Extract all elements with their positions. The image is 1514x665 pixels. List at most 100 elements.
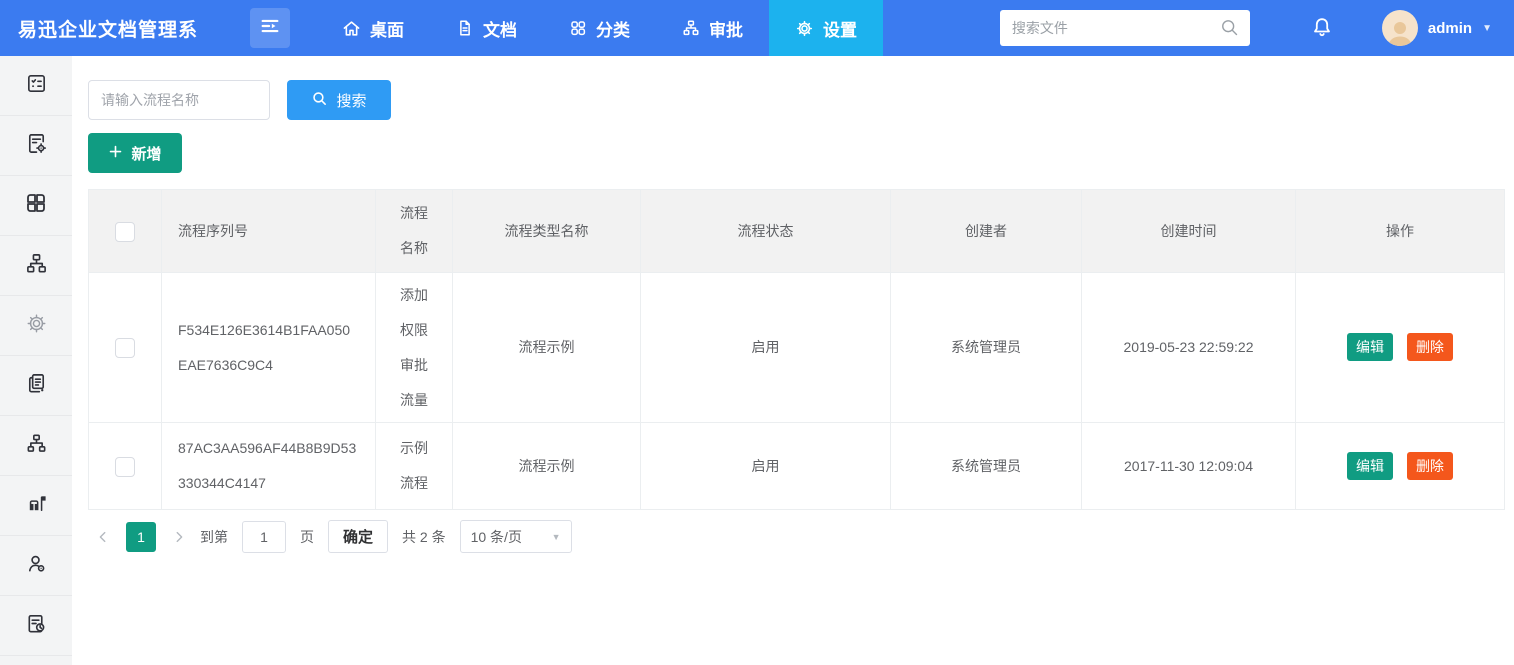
cell-serial: 87AC3AA596AF44B8B9D53330344C4147	[162, 423, 376, 510]
copy-document-icon	[25, 372, 48, 400]
gear-icon	[795, 19, 814, 38]
sidebar-item-documents[interactable]	[0, 356, 72, 416]
cell-creator: 系统管理员	[891, 423, 1082, 510]
header-serial: 流程序列号	[162, 190, 376, 273]
cell-flow-type: 流程示例	[453, 273, 641, 423]
nav-item-label: 分类	[596, 16, 630, 41]
cell-created-time: 2017-11-30 12:09:04	[1082, 423, 1296, 510]
sitemap-icon	[25, 432, 48, 460]
total-count-label: 共 2 条	[402, 527, 446, 547]
navbar-spacer	[883, 0, 1000, 56]
goto-page-input[interactable]	[242, 521, 286, 553]
nav-item-label: 设置	[823, 16, 857, 41]
add-button[interactable]: 新增	[88, 133, 182, 173]
sidebar-item-org-flow[interactable]	[0, 416, 72, 476]
sidebar-item-categories[interactable]	[0, 176, 72, 236]
chevron-down-icon: ▼	[1482, 23, 1492, 34]
flow-table: 流程序列号 流程名称 流程类型名称 流程状态 创建者 创建时间 操作 F534E…	[88, 189, 1505, 510]
cell-creator: 系统管理员	[891, 273, 1082, 423]
nav-item-label: 文档	[483, 16, 517, 41]
grid-icon	[569, 19, 587, 37]
nav-item-label: 桌面	[370, 16, 404, 41]
delete-button[interactable]: 删除	[1407, 333, 1453, 361]
search-icon	[311, 90, 328, 111]
flow-name-input[interactable]	[88, 80, 270, 120]
header-type: 流程类型名称	[453, 190, 641, 273]
search-button[interactable]: 搜索	[287, 80, 391, 120]
document-icon	[456, 19, 474, 37]
header-actions: 操作	[1296, 190, 1505, 273]
avatar	[1382, 10, 1418, 46]
file-search-box	[1000, 10, 1250, 46]
user-badge-icon	[25, 552, 48, 580]
confirm-button[interactable]: 确定	[328, 520, 388, 553]
app-title: 易迅企业文档管理系	[0, 0, 250, 56]
search-button-label: 搜索	[336, 90, 366, 111]
table-row: F534E126E3614B1FAA050EAE7636C9C4 添加权限审批流…	[89, 273, 1505, 423]
page-number-button[interactable]: 1	[126, 522, 156, 552]
sidebar-item-user-audit[interactable]	[0, 536, 72, 596]
next-page-icon[interactable]	[164, 522, 194, 552]
cell-flow-name: 添加权限审批流量	[376, 273, 453, 423]
document-gear-icon	[25, 132, 48, 160]
page-size-select[interactable]: 10 条/页 ▼	[460, 520, 572, 553]
top-navbar: 易迅企业文档管理系 桌面	[0, 0, 1514, 56]
cell-flow-type: 流程示例	[453, 423, 641, 510]
file-search-input[interactable]	[1000, 10, 1250, 46]
prev-page-icon[interactable]	[88, 522, 118, 552]
delete-button[interactable]: 删除	[1407, 452, 1453, 480]
header-checkbox-cell	[89, 190, 162, 273]
page-size-value: 10 条/页	[471, 527, 522, 547]
sidebar-item-approval-list[interactable]	[0, 56, 72, 116]
nav-item-desktop[interactable]: 桌面	[316, 0, 430, 56]
flow-search-toolbar: 搜索	[88, 80, 1504, 120]
chevron-down-icon: ▼	[552, 532, 561, 542]
left-sidebar	[0, 56, 72, 665]
select-all-checkbox[interactable]	[115, 222, 135, 242]
header-creator: 创建者	[891, 190, 1082, 273]
header-created: 创建时间	[1082, 190, 1296, 273]
nav-item-label: 审批	[709, 16, 743, 41]
row-checkbox[interactable]	[115, 457, 135, 477]
gear-icon	[25, 312, 48, 340]
cell-created-time: 2019-05-23 22:59:22	[1082, 273, 1296, 423]
edit-button[interactable]: 编辑	[1347, 333, 1393, 361]
main-content: 搜索 新增 流程序列号 流程名称 流程类型名称	[72, 56, 1514, 665]
clipboard-clock-icon	[25, 612, 48, 640]
bar-chart-flag-icon	[25, 492, 48, 520]
collapse-menu-icon	[259, 15, 281, 42]
cell-flow-name: 示例流程	[376, 423, 453, 510]
nav-item-approval[interactable]: 审批	[656, 0, 769, 56]
header-status: 流程状态	[641, 190, 891, 273]
sidebar-item-settings[interactable]	[0, 296, 72, 356]
notifications-bell-icon[interactable]	[1310, 16, 1334, 40]
grid-icon	[24, 191, 48, 220]
goto-label: 到第	[200, 527, 228, 547]
edit-button[interactable]: 编辑	[1347, 452, 1393, 480]
header-name: 流程名称	[376, 190, 453, 273]
collapse-menu-button[interactable]	[250, 8, 290, 48]
sitemap-icon	[25, 252, 48, 280]
nav-item-categories[interactable]: 分类	[543, 0, 656, 56]
sidebar-item-logs[interactable]	[0, 596, 72, 656]
table-row: 87AC3AA596AF44B8B9D53330344C4147 示例流程 流程…	[89, 423, 1505, 510]
pagination: 1 到第 页 确定 共 2 条 10 条/页 ▼	[88, 520, 1504, 553]
username-label: admin	[1428, 20, 1472, 37]
cell-serial: F534E126E3614B1FAA050EAE7636C9C4	[162, 273, 376, 423]
search-icon[interactable]	[1219, 17, 1240, 43]
app-window: 易迅企业文档管理系 桌面	[0, 0, 1514, 665]
sidebar-item-flow-config[interactable]	[0, 116, 72, 176]
sitemap-icon	[682, 19, 700, 37]
sidebar-item-reports[interactable]	[0, 476, 72, 536]
nav-item-settings[interactable]: 设置	[769, 0, 883, 56]
main-nav: 桌面 文档 分类	[316, 0, 883, 56]
sidebar-item-flow-manage[interactable]	[0, 236, 72, 296]
nav-item-documents[interactable]: 文档	[430, 0, 543, 56]
cell-flow-status: 启用	[641, 423, 891, 510]
home-icon	[342, 19, 361, 38]
add-button-label: 新增	[131, 143, 161, 164]
user-menu[interactable]: admin ▼	[1382, 10, 1492, 46]
checklist-icon	[25, 72, 48, 100]
row-checkbox[interactable]	[115, 338, 135, 358]
plus-icon	[108, 144, 123, 163]
